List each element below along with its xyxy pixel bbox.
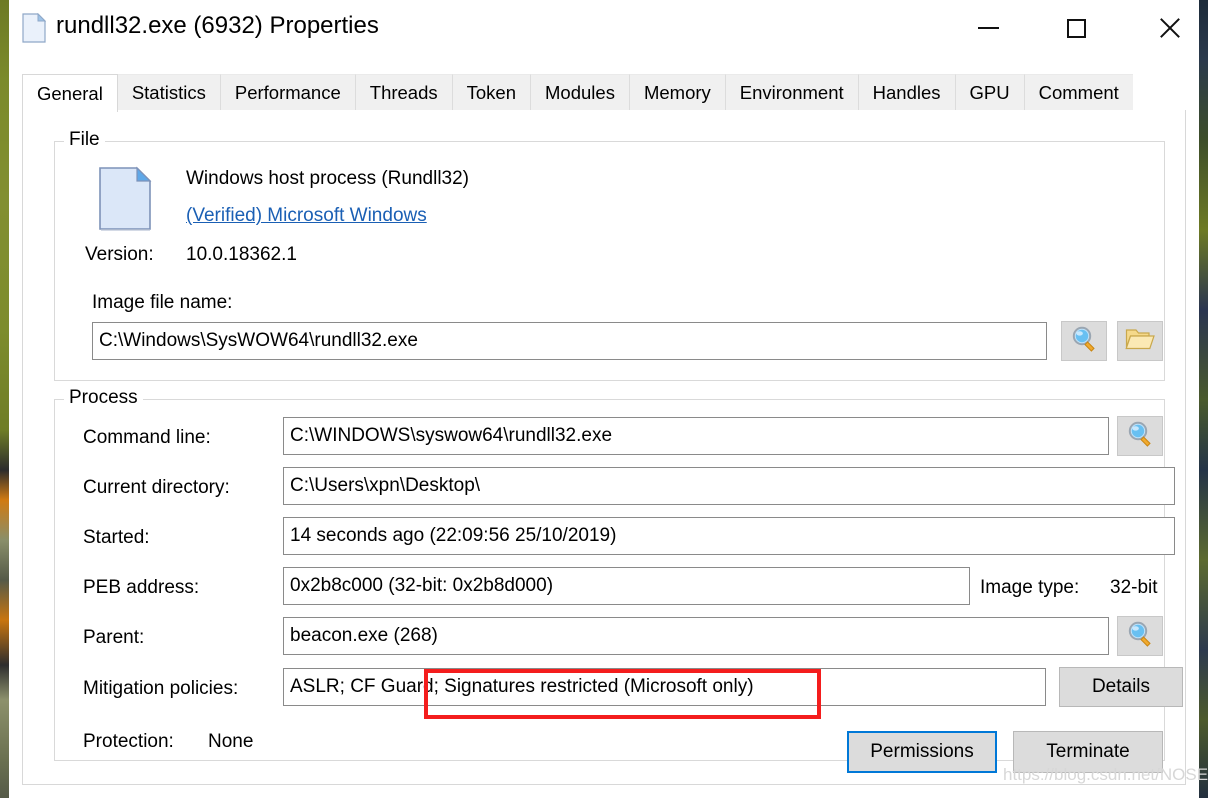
started-label: Started: xyxy=(83,527,150,549)
command-line-input[interactable] xyxy=(283,417,1109,455)
version-value: 10.0.18362.1 xyxy=(186,244,297,266)
magnifier-icon xyxy=(1126,420,1154,453)
file-group: File Windows host process (Rundll32) (Ve… xyxy=(54,141,1165,381)
tab-general[interactable]: General xyxy=(22,74,118,112)
tab-modules[interactable]: Modules xyxy=(530,74,629,111)
maximize-button[interactable] xyxy=(1053,8,1099,48)
tab-performance[interactable]: Performance xyxy=(220,74,355,111)
current-directory-input[interactable] xyxy=(283,467,1175,505)
mitigation-policies-label: Mitigation policies: xyxy=(83,678,238,700)
tab-bar: General Statistics Performance Threads T… xyxy=(22,73,1186,112)
window-title: rundll32.exe (6932) Properties xyxy=(56,12,379,40)
tab-gpu[interactable]: GPU xyxy=(955,74,1024,111)
inspect-file-button[interactable] xyxy=(1061,321,1107,361)
magnifier-icon xyxy=(1126,620,1154,653)
peb-address-label: PEB address: xyxy=(83,577,199,599)
image-type-value: 32-bit xyxy=(1110,577,1158,599)
permissions-button[interactable]: Permissions xyxy=(847,731,997,773)
tab-statistics[interactable]: Statistics xyxy=(118,74,220,111)
tab-label: Threads xyxy=(370,82,438,104)
tab-label: General xyxy=(37,83,103,105)
protection-label: Protection: xyxy=(83,731,174,753)
open-file-location-button[interactable] xyxy=(1117,321,1163,361)
mitigation-details-button[interactable]: Details xyxy=(1059,667,1183,707)
tab-memory[interactable]: Memory xyxy=(629,74,725,111)
tab-label: Statistics xyxy=(132,82,206,104)
process-properties-window: rundll32.exe (6932) Properties General S… xyxy=(9,0,1199,798)
tab-threads[interactable]: Threads xyxy=(355,74,452,111)
current-directory-label: Current directory: xyxy=(83,477,230,499)
command-line-label: Command line: xyxy=(83,427,211,449)
general-tab-panel: File Windows host process (Rundll32) (Ve… xyxy=(22,110,1186,785)
watermark-text: https://blog.csdn.net/NOSEC2019 xyxy=(1003,765,1208,785)
close-icon xyxy=(1157,16,1181,40)
peb-address-input[interactable] xyxy=(283,567,970,605)
file-group-legend: File xyxy=(64,129,105,151)
process-group-legend: Process xyxy=(64,387,143,409)
terminate-button-label: Terminate xyxy=(1046,741,1129,763)
title-bar: rundll32.exe (6932) Properties xyxy=(9,0,1199,59)
details-button-label: Details xyxy=(1092,676,1150,698)
minimize-icon xyxy=(978,27,999,29)
file-type-icon xyxy=(97,166,153,232)
maximize-icon xyxy=(1067,19,1086,38)
started-input[interactable] xyxy=(283,517,1175,555)
parent-label: Parent: xyxy=(83,627,144,649)
document-icon xyxy=(22,13,46,43)
parent-input[interactable] xyxy=(283,617,1109,655)
mitigation-policies-input[interactable] xyxy=(283,668,1046,706)
command-line-inspect-button[interactable] xyxy=(1117,416,1163,456)
version-label: Version: xyxy=(85,244,154,266)
tab-label: Comment xyxy=(1039,82,1119,104)
tab-label: Handles xyxy=(873,82,941,104)
image-file-name-label: Image file name: xyxy=(92,292,232,314)
desktop-background-left xyxy=(0,0,9,798)
tab-handles[interactable]: Handles xyxy=(858,74,955,111)
tab-label: Memory xyxy=(644,82,711,104)
tab-comment[interactable]: Comment xyxy=(1024,74,1133,111)
parent-inspect-button[interactable] xyxy=(1117,616,1163,656)
folder-open-icon xyxy=(1125,326,1155,357)
close-button[interactable] xyxy=(1146,8,1192,48)
tab-token[interactable]: Token xyxy=(452,74,530,111)
tab-label: Environment xyxy=(740,82,844,104)
magnifier-icon xyxy=(1070,325,1098,358)
tab-label: Modules xyxy=(545,82,615,104)
image-file-name-input[interactable] xyxy=(92,322,1047,360)
file-signer-link[interactable]: (Verified) Microsoft Windows xyxy=(186,205,427,227)
desktop-background-right xyxy=(1199,0,1208,798)
tab-environment[interactable]: Environment xyxy=(725,74,858,111)
tab-label: Performance xyxy=(235,82,341,104)
image-type-label: Image type: xyxy=(980,577,1079,599)
minimize-button[interactable] xyxy=(965,8,1011,48)
process-group: Process Command line: Current directory: xyxy=(54,399,1165,761)
permissions-button-label: Permissions xyxy=(870,741,973,763)
tab-label: GPU xyxy=(970,82,1010,104)
protection-value: None xyxy=(208,731,253,753)
tab-label: Token xyxy=(467,82,516,104)
file-description: Windows host process (Rundll32) xyxy=(186,168,469,190)
